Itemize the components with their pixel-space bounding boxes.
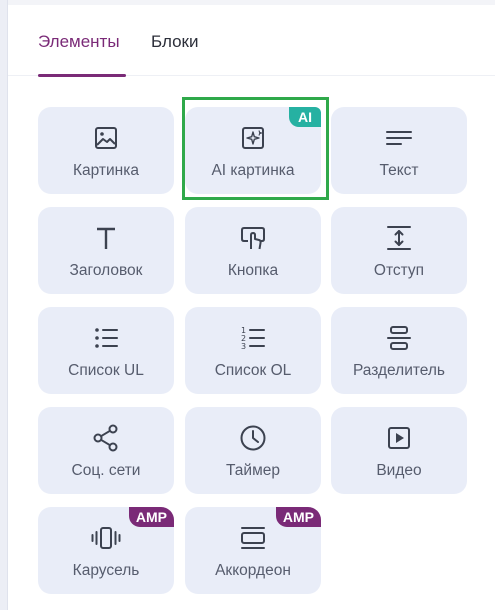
element-list-ol[interactable]: 1 2 3 Список OL	[185, 307, 321, 394]
element-social[interactable]: Соц. сети	[38, 407, 174, 494]
divider-icon	[384, 323, 414, 353]
element-label: Список UL	[68, 362, 144, 379]
ai-badge: AI	[289, 107, 321, 127]
element-label: Видео	[376, 462, 422, 479]
element-label: Кнопка	[227, 262, 279, 279]
bullet-list-icon	[91, 323, 121, 353]
share-icon	[91, 423, 121, 453]
element-label: Список OL	[214, 362, 292, 379]
ai-image-icon	[238, 123, 268, 153]
element-label: Таймер	[226, 462, 280, 479]
element-button[interactable]: Кнопка	[185, 207, 321, 294]
element-label: Соц. сети	[71, 462, 141, 479]
amp-badge: AMP	[128, 507, 174, 527]
accordion-icon	[238, 523, 268, 553]
image-icon	[91, 123, 121, 153]
element-label: Картинка	[73, 162, 139, 179]
element-text[interactable]: Текст	[331, 107, 467, 194]
tab-bar: Элементы Блоки	[8, 5, 495, 77]
active-tab-indicator	[38, 74, 126, 77]
element-ai-image[interactable]: AI AI картинка	[185, 107, 321, 194]
element-label: Заголовок	[69, 262, 143, 279]
spacer-icon	[384, 223, 414, 253]
tab-elements[interactable]: Элементы	[38, 32, 120, 52]
text-lines-icon	[384, 123, 414, 153]
element-label: Отступ	[373, 262, 425, 279]
svg-text:3: 3	[241, 342, 246, 351]
element-label: Аккордеон	[215, 562, 291, 579]
element-carousel[interactable]: AMP Карусель	[38, 507, 174, 594]
element-video[interactable]: Видео	[331, 407, 467, 494]
clock-icon	[238, 423, 268, 453]
tab-blocks[interactable]: Блоки	[151, 32, 198, 52]
carousel-icon	[91, 523, 121, 553]
numbered-list-icon: 1 2 3	[238, 323, 268, 353]
element-heading[interactable]: Заголовок	[38, 207, 174, 294]
heading-t-icon	[91, 223, 121, 253]
panel-left-border	[0, 0, 8, 610]
element-image[interactable]: Картинка	[38, 107, 174, 194]
video-play-icon	[384, 423, 414, 453]
button-click-icon	[238, 223, 268, 253]
element-timer[interactable]: Таймер	[185, 407, 321, 494]
element-list-ul[interactable]: Список UL	[38, 307, 174, 394]
element-label: AI картинка	[211, 162, 295, 179]
element-label: Карусель	[72, 562, 140, 579]
element-spacer[interactable]: Отступ	[331, 207, 467, 294]
element-label: Разделитель	[352, 362, 446, 379]
amp-badge: AMP	[275, 507, 321, 527]
element-label: Текст	[379, 162, 419, 179]
element-divider[interactable]: Разделитель	[331, 307, 467, 394]
element-accordion[interactable]: AMP Аккордеон	[185, 507, 321, 594]
